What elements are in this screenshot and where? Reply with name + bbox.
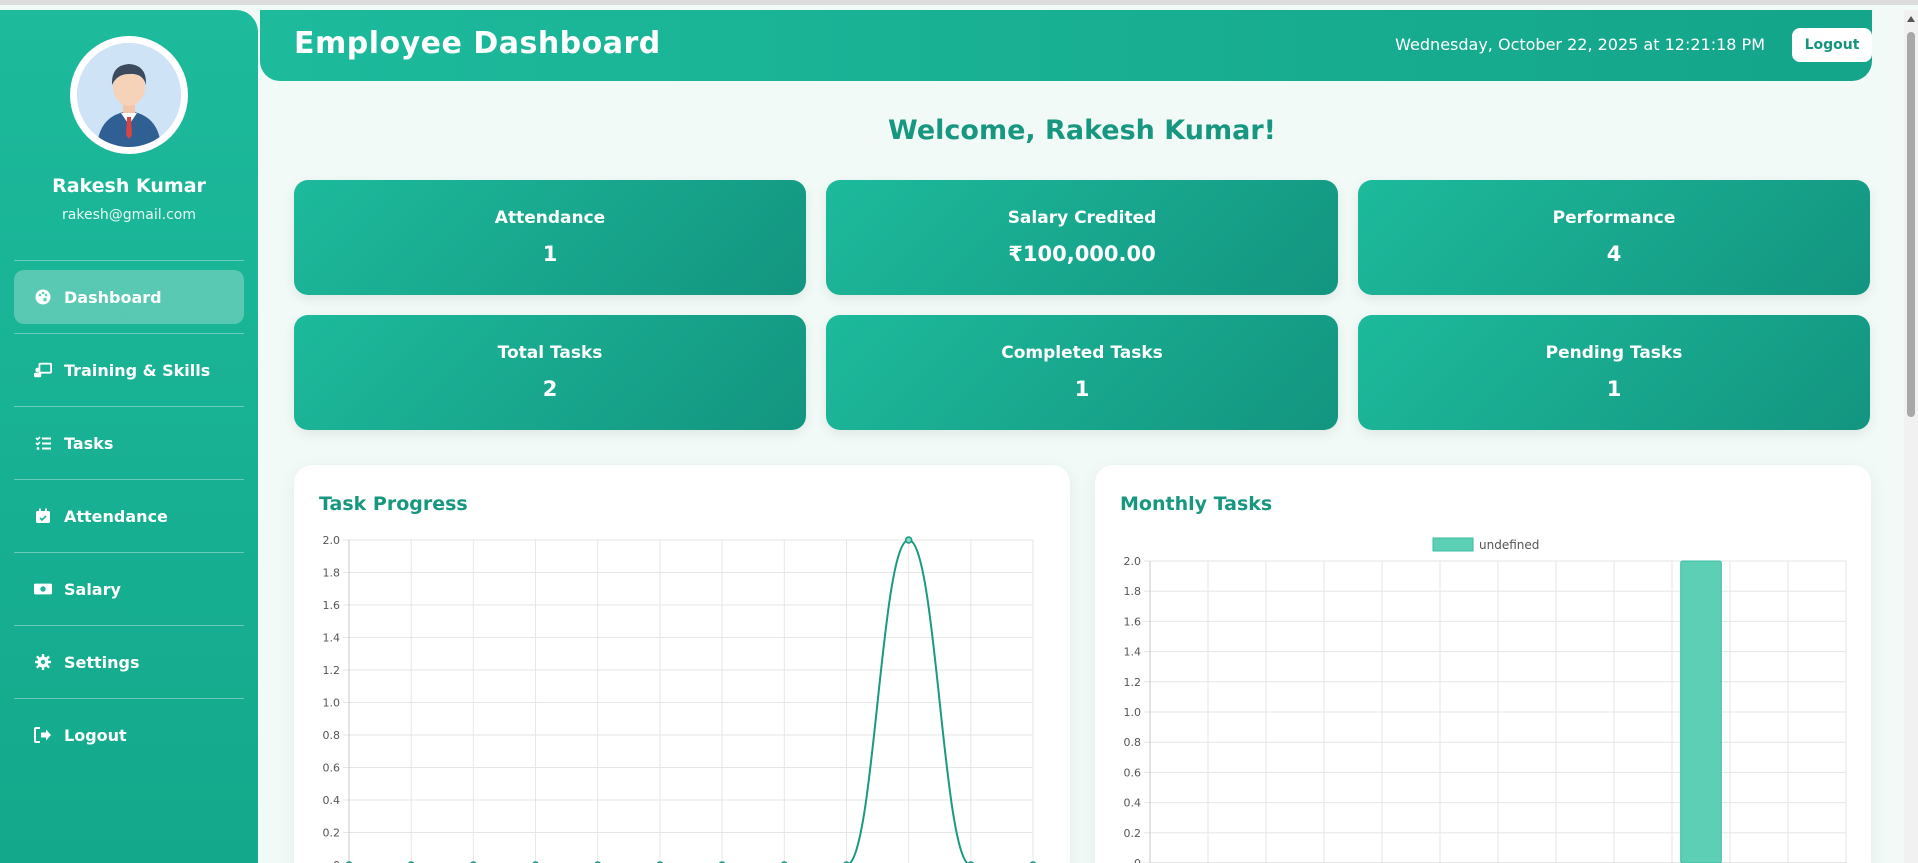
nav-divider [14, 260, 244, 261]
page-title: Employee Dashboard [294, 26, 661, 61]
y-tick-label: 2.0 [1124, 555, 1142, 568]
sidebar-item-label: Tasks [64, 433, 114, 453]
sidebar-item-label: Dashboard [64, 287, 162, 307]
y-tick-label: 2.0 [323, 534, 341, 547]
y-tick-label: 1.8 [323, 567, 341, 580]
scrollbar[interactable] [1904, 10, 1918, 863]
user-name: Rakesh Kumar [52, 175, 206, 197]
y-tick-label: 1.0 [1124, 706, 1142, 719]
stat-value: 1 [1074, 377, 1090, 401]
stat-label: Completed Tasks [1001, 343, 1163, 363]
top-header: Employee Dashboard Wednesday, October 22… [260, 10, 1872, 81]
sidebar: Rakesh Kumar rakesh@gmail.com Dashboard … [0, 10, 258, 863]
y-tick-label: 1.6 [1124, 615, 1142, 628]
sidebar-item-salary[interactable]: Salary [14, 562, 244, 616]
scrollbar-thumb[interactable] [1907, 32, 1915, 417]
y-tick-label: 0.2 [1124, 827, 1142, 840]
sidebar-item-dashboard[interactable]: Dashboard [14, 270, 244, 324]
monthly-tasks-panel: Monthly Tasks 2.0 1.8 1.6 1.4 1.2 1.0 0.8 0.6 0.… [1095, 465, 1871, 863]
stat-value: ₹100,000.00 [1008, 242, 1156, 266]
series-line [847, 538, 970, 863]
y-tick-label: 0.2 [323, 827, 341, 840]
stat-card-performance: Performance 4 [1358, 180, 1870, 295]
chalkboard-teacher-icon [34, 361, 52, 379]
gear-icon [34, 653, 52, 671]
user-email: rakesh@gmail.com [62, 207, 196, 223]
stat-card-salary-credited: Salary Credited ₹100,000.00 [826, 180, 1338, 295]
nav-divider [14, 552, 244, 553]
sign-out-icon [34, 726, 52, 744]
sidebar-item-label: Attendance [64, 506, 168, 526]
y-tick-label: 0.6 [323, 762, 341, 775]
y-tick-label: 0 [333, 859, 340, 863]
welcome-heading: Welcome, Rakesh Kumar! [888, 115, 1276, 146]
legend-label: undefined [1479, 538, 1539, 552]
stat-value: 2 [542, 377, 558, 401]
stat-label: Attendance [494, 208, 606, 228]
sidebar-item-label: Settings [64, 652, 140, 672]
stat-card-total-tasks: Total Tasks 2 [294, 315, 806, 430]
user-avatar-icon [77, 43, 181, 147]
stat-value: 4 [1606, 242, 1622, 266]
nav-divider [14, 406, 244, 407]
y-tick-label: 1.4 [1124, 646, 1142, 659]
y-tick-label: 1.8 [1124, 585, 1142, 598]
current-datetime: Wednesday, October 22, 2025 at 12:21:18 … [1395, 35, 1765, 54]
sidebar-item-settings[interactable]: Settings [14, 635, 244, 689]
y-tick-label: 1.2 [1124, 676, 1142, 689]
sidebar-item-tasks[interactable]: Tasks [14, 416, 244, 470]
stat-card-attendance: Attendance 1 [294, 180, 806, 295]
sidebar-nav: Dashboard Training & Skills Tasks Attend… [14, 260, 244, 771]
calendar-check-icon [34, 507, 52, 525]
logout-button[interactable]: Logout [1792, 28, 1872, 62]
stat-label: Salary Credited [1007, 208, 1157, 228]
nav-divider [14, 698, 244, 699]
stat-label: Total Tasks [497, 343, 603, 363]
nav-divider [14, 333, 244, 334]
sidebar-item-logout[interactable]: Logout [14, 708, 244, 762]
y-tick-label: 1.4 [323, 632, 341, 645]
sidebar-item-label: Logout [64, 725, 127, 745]
stat-label: Performance [1552, 208, 1676, 228]
y-tick-label: 0.8 [323, 729, 341, 742]
y-tick-label: 0 [1134, 857, 1141, 863]
sidebar-item-label: Training & Skills [64, 360, 211, 380]
stat-value: 1 [1606, 377, 1622, 401]
stat-card-completed-tasks: Completed Tasks 1 [826, 315, 1338, 430]
monthly-tasks-chart: 2.0 1.8 1.6 1.4 1.2 1.0 0.8 0.6 0.4 0.2 0 undefined [1124, 537, 1847, 863]
data-point [904, 536, 913, 544]
sidebar-item-attendance[interactable]: Attendance [14, 489, 244, 543]
stat-label: Pending Tasks [1545, 343, 1683, 363]
legend-swatch [1432, 537, 1474, 552]
y-tick-label: 1.2 [323, 664, 341, 677]
palette-icon [34, 288, 52, 306]
money-bill-icon [34, 580, 52, 598]
sidebar-item-label: Salary [64, 579, 121, 599]
y-tick-label: 0.8 [1124, 736, 1142, 749]
sidebar-item-training-skills[interactable]: Training & Skills [14, 343, 244, 397]
task-progress-panel: Task Progress 2.0 1.8 1.6 1.4 1.2 1.0 0.8 0.6 0.… [294, 465, 1070, 863]
y-tick-label: 1.0 [323, 697, 341, 710]
y-tick-label: 0.4 [323, 794, 341, 807]
tasks-list-icon [34, 434, 52, 452]
task-progress-chart: 2.0 1.8 1.6 1.4 1.2 1.0 0.8 0.6 0.4 0.2 0 [323, 534, 1037, 863]
nav-divider [14, 479, 244, 480]
stat-card-pending-tasks: Pending Tasks 1 [1358, 315, 1870, 430]
y-tick-label: 0.6 [1124, 766, 1142, 779]
scroll-up-arrow-icon[interactable] [1907, 16, 1915, 22]
y-tick-label: 1.6 [323, 599, 341, 612]
bar [1680, 560, 1722, 863]
nav-divider [14, 625, 244, 626]
avatar [70, 36, 188, 154]
y-tick-label: 0.4 [1124, 797, 1142, 810]
stat-value: 1 [542, 242, 558, 266]
